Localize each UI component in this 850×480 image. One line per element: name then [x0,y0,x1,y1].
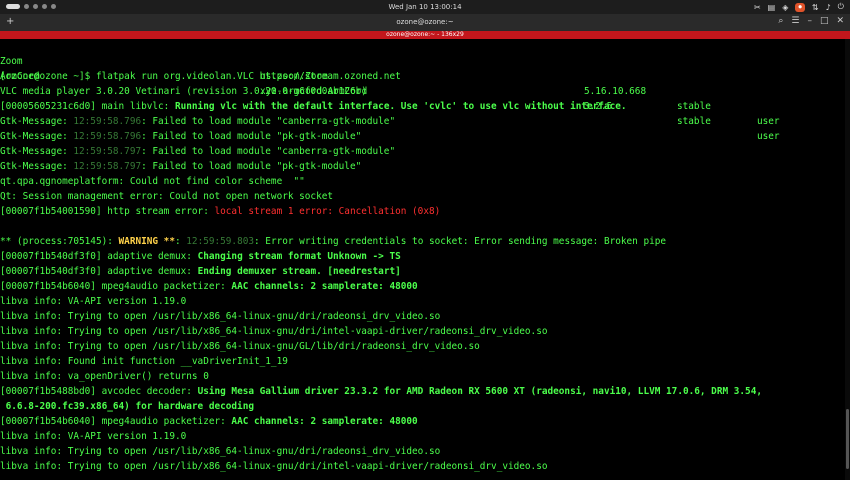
app-list-row: Zoom us.zoom.Zoom 5.16.10.668 stable use… [0,56,780,127]
terminal-output[interactable]: Zoom us.zoom.Zoom 5.16.10.668 stable use… [0,39,850,480]
qt-session-line: Qt: Session management error: Could not … [0,191,334,202]
libva-line: libva info: Trying to open /usr/lib/x86_… [0,461,548,472]
gtk-message-line: Gtk-Message: 12:59:58.796: Failed to loa… [0,131,362,142]
terminal-titlebar[interactable]: + ozone@ozone:~ ⌕ ☰ – □ ✕ [0,14,850,31]
log-line: [00005605231c6d0] main libvlc: Running v… [0,101,627,112]
libva-line: libva info: va_openDriver() returns 0 [0,371,209,382]
log-line: [00007f1b540df3f0] adaptive demux: Chang… [0,251,401,262]
libva-line: libva info: Found init function __vaDriv… [0,356,288,367]
libva-line: libva info: Trying to open /usr/lib/x86_… [0,341,480,352]
warning-line: ** (process:705145): WARNING **: 12:59:5… [0,236,667,247]
terminal-scrollbar[interactable] [845,39,850,480]
vlc-version-line: VLC media player 3.0.20 Vetinari (revisi… [0,86,367,97]
system-top-bar: Wed Jan 10 13:00:14 ✂ ▤ ◈ ⏺ ⇅ ♪ ⏻ [0,0,850,14]
qt-color-line: qt.qpa.qgnomeplatform: Could not find co… [0,176,305,187]
scrollbar-thumb[interactable] [846,409,849,469]
libva-line: libva info: Trying to open /usr/lib/x86_… [0,326,548,337]
network-status-icon[interactable]: ⇅ [812,3,819,12]
terminal-tab-bar[interactable]: ozone@ozone:~ - 136x29 [0,31,850,39]
libva-line: libva info: VA-API version 1.19.0 [0,431,187,442]
close-icon[interactable]: ✕ [836,16,844,26]
gtk-message-line: Gtk-Message: 12:59:58.797: Failed to loa… [0,146,396,157]
clock[interactable]: Wed Jan 10 13:00:14 [0,3,850,11]
gtk-message-line: Gtk-Message: 12:59:58.796: Failed to loa… [0,116,396,127]
log-line: [00007f1b54b6040] mpeg4audio packetizer:… [0,416,418,427]
log-line: [00007f1b5488bd0] avcodec decoder: Using… [0,386,762,397]
screenshot-icon[interactable]: ✂ [754,3,761,12]
log-line: [00007f1b54b6040] mpeg4audio packetizer:… [0,281,418,292]
recording-indicator[interactable]: ⏺ [795,2,805,12]
http-error-line: [00007f1b54001590] http stream error: lo… [0,206,441,217]
app-list-row: ArmCord xyz.armcord.ArmCord 3.2.5 stable… [0,71,780,142]
clipboard-icon[interactable]: ▤ [768,3,776,12]
gtk-message-line: Gtk-Message: 12:59:58.797: Failed to loa… [0,161,362,172]
window-controls: ⌕ ☰ – □ ✕ [778,16,844,26]
shell-prompt-line: [ozone@ozone ~]$ flatpak run org.videola… [0,71,401,82]
window-title: ozone@ozone:~ [396,18,454,26]
power-icon[interactable]: ⏻ [838,2,844,12]
volume-icon[interactable]: ♪ [826,3,831,12]
libva-line: libva info: Trying to open /usr/lib/x86_… [0,311,441,322]
system-tray[interactable]: ✂ ▤ ◈ ⏺ ⇅ ♪ ⏻ [754,2,844,12]
menu-icon[interactable]: ☰ [791,16,799,26]
log-line: [00007f1b540df3f0] adaptive demux: Endin… [0,266,401,277]
network-icon[interactable]: ◈ [782,3,788,12]
search-icon[interactable]: ⌕ [778,16,783,26]
libva-line: libva info: Trying to open /usr/lib/x86_… [0,446,441,457]
maximize-icon[interactable]: □ [820,16,829,26]
libva-line: libva info: VA-API version 1.19.0 [0,296,187,307]
minimize-icon[interactable]: – [807,16,812,26]
log-line-continuation: 6.6.8-200.fc39.x86_64) for hardware deco… [0,401,254,412]
